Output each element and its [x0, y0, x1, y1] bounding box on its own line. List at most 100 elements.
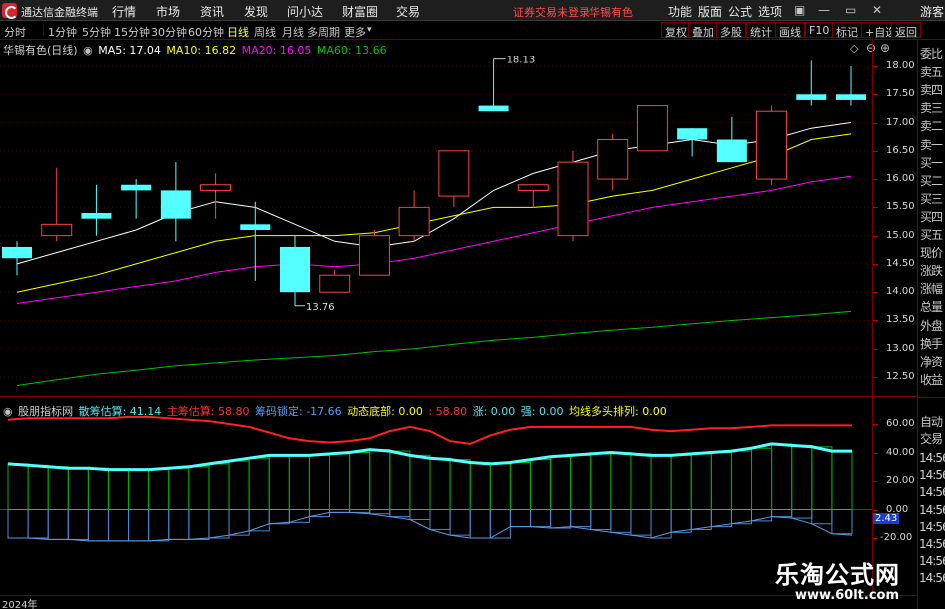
side-panel-row[interactable]: 现价 [920, 244, 945, 261]
period-more[interactable]: 更多 [344, 24, 366, 40]
retail-chip-bar [449, 459, 471, 510]
minimize-icon[interactable]: — [818, 3, 830, 17]
period-monthly[interactable]: 月线 [282, 24, 304, 40]
price-tick-mark [873, 377, 878, 378]
huaxian-button[interactable]: 画线 [775, 22, 805, 39]
diamond-icon[interactable]: ◇ [850, 42, 858, 55]
menu-hangqing[interactable]: 行情 [112, 3, 136, 20]
period-15min[interactable]: 15分钟 [114, 24, 150, 40]
zoom-in-icon[interactable]: ⊕ [880, 41, 890, 55]
menu-zixun[interactable]: 资讯 [200, 3, 224, 20]
menu-faxian[interactable]: 发现 [244, 3, 268, 20]
menu-caifuquan[interactable]: 财富圈 [342, 3, 378, 20]
chip-lock-bar [550, 509, 572, 529]
chip-lock-bar [47, 509, 69, 540]
side-panel-row[interactable]: 涨幅 [920, 280, 945, 297]
price-tick-label: 14.50 [886, 257, 915, 269]
side-panel-row[interactable]: 卖五 [920, 63, 945, 80]
period-1min[interactable]: 1分钟 [48, 24, 77, 40]
auto-trade-label[interactable]: 交易 [920, 430, 945, 447]
candle-body-down [677, 128, 708, 140]
retail-chip-bar [509, 461, 531, 510]
maximize-icon[interactable]: ▭ [845, 3, 856, 17]
menu-wenxiaoda[interactable]: 问小达 [287, 3, 323, 20]
duogu-button[interactable]: 多股 [716, 22, 746, 39]
app-logo-icon [2, 3, 18, 19]
candle-body-down [280, 246, 310, 293]
candle-body-down [796, 94, 827, 100]
price-tick-mark [873, 207, 878, 209]
side-panel-row[interactable]: 卖四 [920, 81, 945, 98]
side-panel-divider [918, 397, 945, 398]
period-5min[interactable]: 5分钟 [82, 24, 111, 40]
side-panel-row[interactable]: 总量 [920, 298, 945, 315]
menu-gongshi[interactable]: 公式 [728, 3, 752, 20]
candlestick-chart[interactable]: 18.13 13.76 [0, 56, 917, 395]
period-multi[interactable]: 多周期 [307, 24, 340, 40]
side-panel-row[interactable]: 卖三 [920, 99, 945, 116]
price-tick-mark [873, 122, 878, 124]
quote-side-panel: 委比 卖五 卖四 卖三 卖二卖一 买一 买二 买三 买四 买五 现价 涨跌 涨幅 总量外盘 换手 净资 收益自动… [917, 40, 945, 609]
side-panel-row[interactable]: 收益 [920, 371, 945, 388]
year-label: 2024年 [2, 600, 38, 609]
price-tick-label: 14.00 [886, 286, 915, 298]
side-panel-row[interactable]: 净资 [920, 353, 945, 370]
side-panel-row[interactable]: 委比 [920, 45, 945, 62]
side-panel-row[interactable]: 外盘 [920, 317, 945, 334]
back-button[interactable]: 返回 [891, 22, 921, 39]
price-tick-mark [873, 94, 878, 96]
candle-body-up [597, 139, 629, 180]
side-panel-row[interactable]: 换手 [920, 335, 945, 352]
side-panel-row[interactable]: 买二 [920, 172, 945, 189]
menu-banmian[interactable]: 版面 [698, 3, 722, 20]
chip-lock-bar [590, 509, 612, 530]
price-tick-mark [873, 263, 878, 265]
f10-button[interactable]: F10 [805, 22, 834, 38]
chip-lock-bar [409, 509, 431, 520]
low-price-label: 13.76 [306, 302, 335, 313]
period-30min[interactable]: 30分钟 [151, 24, 187, 40]
retail-chip-bar [329, 453, 351, 510]
menu-jiaoyi[interactable]: 交易 [396, 3, 420, 20]
chip-lock-bar [429, 509, 451, 530]
side-panel-row[interactable]: 买四 [920, 208, 945, 225]
login-warning[interactable]: 证券交易未登录 [513, 4, 590, 20]
retail-chip-bar [228, 460, 250, 510]
side-panel-row[interactable]: 卖一 [920, 136, 945, 153]
retail-chip-bar [409, 454, 431, 510]
tongji-button[interactable]: 统计 [746, 22, 776, 39]
menu-xuanxiang[interactable]: 选项 [758, 3, 782, 20]
trade-time-label: 14:56 [919, 502, 945, 517]
chip-lock-bar [288, 509, 310, 523]
side-panel-row[interactable]: 买五 [920, 226, 945, 243]
retail-chip-bar [308, 454, 331, 510]
diejia-button[interactable]: 叠加 [688, 22, 718, 39]
period-daily[interactable]: 日线 [227, 24, 249, 40]
current-indicator-value: 2.43 [873, 513, 900, 524]
fuquan-button[interactable]: 复权 [661, 22, 691, 39]
high-price-label: 18.13 [507, 56, 536, 66]
chip-lock-bar [791, 509, 813, 519]
candle-body-down [2, 246, 32, 259]
side-panel-row[interactable]: 买一 [920, 154, 945, 171]
menu-gongneng[interactable]: 功能 [668, 3, 692, 20]
period-fenshi[interactable]: 分时 [4, 24, 26, 40]
chip-lock-bar [87, 509, 109, 542]
period-60min[interactable]: 60分钟 [188, 24, 224, 40]
menu-shichang[interactable]: 市场 [156, 3, 180, 20]
side-panel-row[interactable]: 涨跌 [920, 262, 945, 279]
period-weekly[interactable]: 周线 [254, 24, 276, 40]
chip-lock-bar [509, 509, 531, 528]
auto-trade-label[interactable]: 自动 [920, 413, 945, 430]
chip-lock-bar [349, 509, 371, 513]
retail-chip-bar [128, 469, 150, 510]
side-panel-row[interactable]: 卖二 [920, 117, 945, 134]
close-icon[interactable]: ✕ [872, 3, 882, 17]
more-dropdown-icon[interactable]: ▾ [367, 25, 372, 35]
biaoji-button[interactable]: 标记 [832, 22, 862, 39]
candle-body-up [517, 184, 549, 191]
side-panel-row[interactable]: 买三 [920, 190, 945, 207]
restore-icon[interactable]: ▣ [794, 3, 805, 17]
chip-lock-bar [7, 509, 29, 539]
guest-label[interactable]: 游客 [920, 3, 944, 20]
